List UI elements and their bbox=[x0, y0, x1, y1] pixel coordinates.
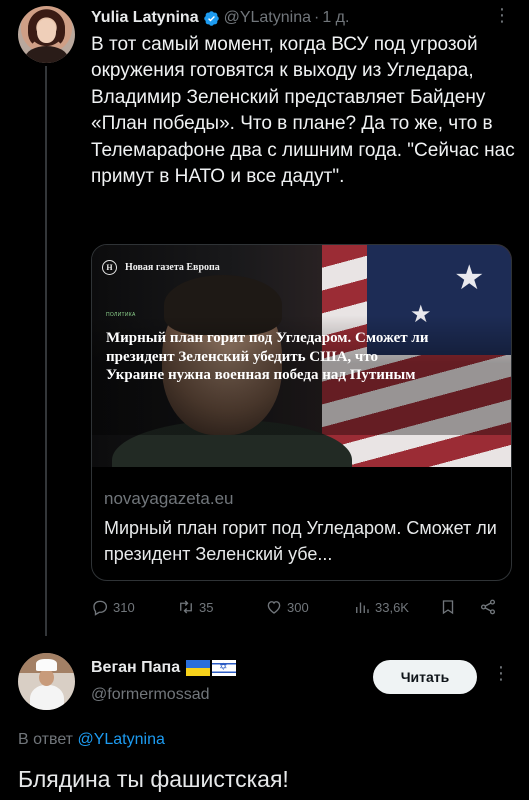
card-section-tag: ПОЛИТИКА bbox=[106, 312, 136, 318]
retweet-count: 35 bbox=[199, 599, 214, 615]
reply-icon bbox=[93, 600, 108, 616]
israel-flag-icon bbox=[212, 660, 237, 676]
logo-badge-icon: Н bbox=[102, 260, 117, 275]
bookmark-icon bbox=[442, 600, 454, 615]
replying-mention-link[interactable]: @YLatynina bbox=[77, 731, 164, 748]
like-icon bbox=[267, 601, 281, 614]
reply-count: 310 bbox=[113, 599, 135, 615]
views-button[interactable]: 33,6K bbox=[353, 596, 409, 618]
share-icon bbox=[480, 599, 496, 615]
tweet-time[interactable]: 1 д. bbox=[322, 9, 349, 27]
reply-more-icon[interactable]: ⋮ bbox=[492, 664, 510, 682]
retweet-icon bbox=[180, 600, 192, 614]
replying-to: В ответ @YLatynina bbox=[18, 731, 165, 749]
author-avatar[interactable] bbox=[18, 6, 75, 63]
like-count: 300 bbox=[287, 599, 309, 615]
bookmark-button[interactable] bbox=[439, 596, 461, 618]
replying-prefix: В ответ bbox=[18, 731, 74, 748]
retweet-button[interactable]: 35 bbox=[177, 596, 213, 618]
like-button[interactable]: 300 bbox=[265, 596, 309, 618]
separator-dot: · bbox=[314, 9, 320, 26]
card-image-headline: Мирный план горит под Угледаром. Сможет … bbox=[106, 330, 429, 384]
link-card[interactable]: ★ ★ Н Новая газета Европа ПОЛИТИКА Мирны… bbox=[91, 244, 512, 581]
views-count: 33,6K bbox=[375, 599, 409, 615]
reply-author-avatar[interactable] bbox=[18, 653, 75, 710]
reply-author-name-row: Веган Папа bbox=[91, 659, 237, 677]
card-image: ★ ★ Н Новая газета Европа ПОЛИТИКА Мирны… bbox=[92, 245, 511, 467]
tweet-header: Yulia Latynina @YLatynina · 1 д. bbox=[91, 7, 349, 29]
share-button[interactable] bbox=[479, 596, 501, 618]
card-title: Мирный план горит под Угледаром. Сможет … bbox=[104, 518, 497, 564]
reply-text: Блядина ты фашистская! bbox=[18, 766, 289, 792]
views-icon bbox=[356, 602, 369, 613]
follow-button[interactable]: Читать bbox=[373, 660, 477, 694]
reply-button[interactable]: 310 bbox=[91, 596, 135, 618]
reply-author-name[interactable]: Веган Папа bbox=[91, 659, 180, 677]
more-icon[interactable]: ⋮ bbox=[493, 6, 511, 24]
ukraine-flag-icon bbox=[186, 660, 211, 676]
tweet-text: В тот самый момент, когда ВСУ под угрозо… bbox=[91, 34, 515, 188]
thread-connector-line bbox=[45, 66, 47, 636]
author-name[interactable]: Yulia Latynina bbox=[91, 9, 199, 27]
action-bar: 310 35 300 33,6K bbox=[91, 596, 511, 618]
reply-author-handle[interactable]: @formermossad bbox=[91, 686, 210, 704]
verified-badge-icon bbox=[203, 10, 219, 26]
author-handle[interactable]: @YLatynina bbox=[224, 9, 311, 27]
publisher-logo: Н Новая газета Европа bbox=[102, 260, 220, 275]
card-domain: novayagazeta.eu bbox=[104, 489, 234, 508]
